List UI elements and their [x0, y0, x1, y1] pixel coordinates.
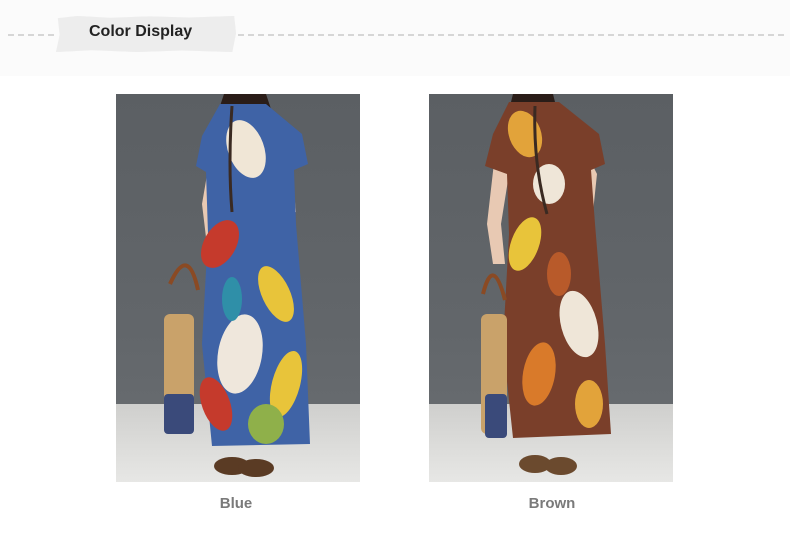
product-photo-brown[interactable]	[429, 94, 673, 482]
color-label-brown: Brown	[528, 495, 576, 512]
dress-illustration-brown	[481, 94, 611, 475]
dress-illustration-blue	[164, 94, 310, 477]
header-divider-right	[238, 34, 784, 36]
product-photo-blue[interactable]	[116, 94, 360, 482]
header-divider-left	[8, 34, 54, 36]
color-label-blue: Blue	[219, 495, 253, 512]
section-title: Color Display	[89, 23, 193, 40]
